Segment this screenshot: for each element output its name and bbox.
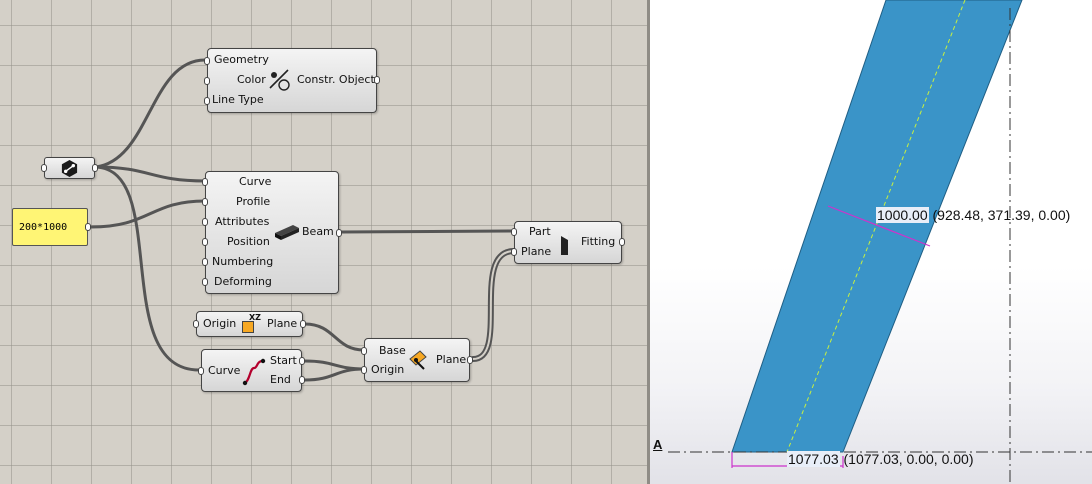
wire-start-to-origin [303, 359, 366, 371]
output-grip[interactable] [92, 164, 98, 172]
input-label-color: Color [237, 73, 266, 86]
dimension-label-upper: 1000.00 (928.48, 371.39, 0.00) [876, 207, 1070, 223]
xz-plane-icon: XZ [242, 313, 262, 334]
output-label-end: End [270, 373, 291, 386]
output-label-start: Start [270, 354, 297, 367]
wire-param-to-geometry [94, 58, 207, 169]
xz-plane-icon-text: XZ [249, 313, 261, 322]
fitting-icon [561, 231, 568, 255]
output-grip[interactable] [467, 356, 473, 364]
input-grip[interactable] [204, 77, 210, 85]
output-grip[interactable] [300, 320, 306, 328]
input-grip[interactable] [198, 367, 204, 375]
input-label-origin: Origin [203, 317, 237, 330]
input-label-numbering: Numbering [212, 255, 274, 268]
input-label-profile: Profile [236, 195, 271, 208]
dimension-label-lower: 1077.03 (1077.03, 0.00, 0.00) [787, 451, 974, 467]
input-label-curve: Curve [208, 364, 241, 377]
input-grip[interactable] [202, 218, 208, 226]
grid-label-a: A [653, 437, 663, 452]
wire-plane-to-base [303, 322, 366, 352]
input-grip[interactable] [202, 198, 208, 206]
output-label-constr-object: Constr. Object [297, 73, 375, 86]
input-grip[interactable] [202, 178, 208, 186]
xz-plane-component[interactable]: Origin XZ Plane [193, 311, 306, 337]
dimension-coords: (928.48, 371.39, 0.00) [932, 207, 1071, 223]
input-label-position: Position [227, 235, 270, 248]
end-points-component[interactable]: Curve Start End [198, 349, 305, 392]
output-grip[interactable] [336, 229, 342, 237]
wire-beam-to-part [340, 229, 516, 234]
input-label-line-type: Line Type [212, 93, 264, 106]
input-grip[interactable] [204, 57, 210, 65]
input-label-plane: Plane [521, 245, 552, 258]
curve-endpoints-icon [242, 358, 266, 386]
input-grip[interactable] [361, 366, 367, 374]
wire-param-to-endpoints [94, 165, 201, 372]
rhino-viewport[interactable]: A 1000.00 (928.48, 371.39, 0.00) 1077.03… [650, 0, 1092, 484]
output-grip[interactable] [619, 238, 625, 246]
wire-param-to-curve [94, 165, 207, 183]
input-grip[interactable] [204, 97, 210, 105]
input-label-base: Base [379, 344, 406, 357]
input-label-attributes: Attributes [215, 215, 270, 228]
beam-geometry [731, 0, 1023, 453]
geometry-param-icon [61, 159, 78, 178]
wire-panel-to-profile [89, 199, 207, 229]
construct-plane-component[interactable]: Base Origin Plane [361, 338, 473, 382]
wire-plane-to-fitting [470, 248, 517, 362]
wire-end-to-origin [303, 367, 366, 382]
dimension-value: 1077.03 [787, 451, 840, 467]
input-grip[interactable] [202, 258, 208, 266]
input-label-geometry: Geometry [214, 53, 269, 66]
construction-object-icon [269, 69, 290, 91]
input-grip[interactable] [511, 248, 517, 256]
input-label-deforming: Deforming [214, 275, 272, 288]
output-label-plane: Plane [436, 353, 467, 366]
output-label-fitting: Fitting [581, 235, 616, 248]
geometry-param-component[interactable] [41, 157, 98, 179]
input-grip[interactable] [361, 347, 367, 355]
fitting-component[interactable]: Part Plane Fitting [511, 221, 625, 264]
beam-component[interactable]: Curve Profile Attributes Position Number… [202, 171, 342, 294]
beam-icon [275, 225, 299, 240]
input-label-origin: Origin [371, 363, 405, 376]
output-label-beam: Beam [302, 225, 334, 238]
input-grip[interactable] [511, 228, 517, 236]
dimension-value: 1000.00 [876, 207, 929, 223]
output-grip[interactable] [85, 223, 91, 231]
dimension-coords: (1077.03, 0.00, 0.00) [843, 451, 974, 467]
input-label-part: Part [529, 225, 551, 238]
input-grip[interactable] [193, 320, 199, 328]
plane-icon [409, 350, 427, 370]
construction-object-component[interactable]: Geometry Color Line Type Constr. Object [204, 48, 380, 113]
input-grip[interactable] [202, 278, 208, 286]
grasshopper-canvas[interactable]: Geometry Color Line Type Constr. Object … [0, 0, 647, 484]
output-grip[interactable] [299, 376, 305, 384]
input-grip[interactable] [202, 238, 208, 246]
text-panel[interactable]: 200*1000 [12, 208, 91, 246]
panel-text: 200*1000 [19, 222, 68, 233]
output-label-plane: Plane [267, 317, 298, 330]
viewport-scene [668, 0, 1092, 484]
input-grip[interactable] [41, 164, 47, 172]
output-grip[interactable] [299, 357, 305, 365]
input-label-curve: Curve [239, 175, 272, 188]
